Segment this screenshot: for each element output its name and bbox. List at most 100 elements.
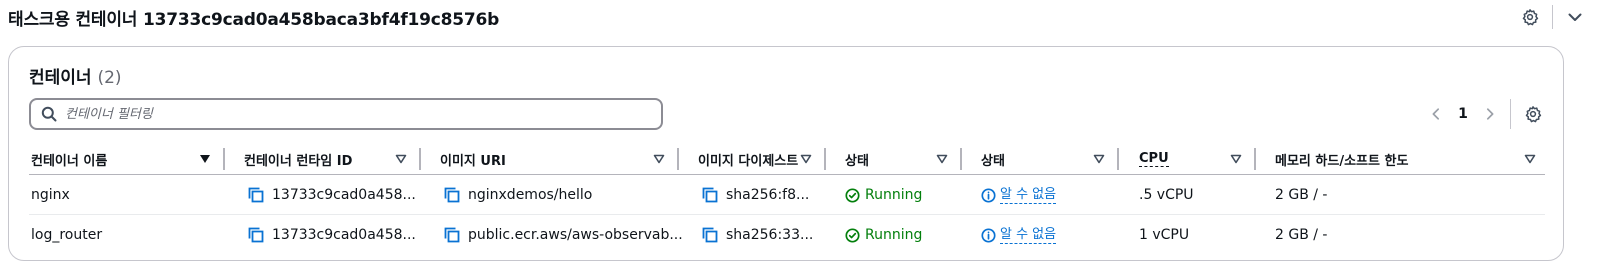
pagination: 1	[1424, 99, 1545, 129]
page-title: 태스크용 컨테이너 13733c9cad0a458baca3bf4f19c857…	[8, 9, 500, 30]
table-row: nginx 13733c9cad0a458... nginxdemos/hell…	[29, 175, 1545, 215]
column-label: 컨테이너 런타임 ID	[244, 153, 353, 169]
column-header-name[interactable]: 컨테이너 이름	[31, 143, 107, 175]
digest-cell: sha256:f8...	[702, 175, 809, 215]
column-label: 상태	[845, 153, 869, 169]
status-text: Running	[865, 187, 923, 203]
search-icon	[41, 106, 57, 122]
containers-table: 컨테이너 이름 컨테이너 런타임 ID 이미지 URI 이미지 다이제스트 상태…	[29, 143, 1545, 255]
table-row: log_router 13733c9cad0a458... public.ecr…	[29, 215, 1545, 255]
panel-title: 컨테이너 (2)	[29, 63, 122, 88]
runtime-id-cell: 13733c9cad0a458...	[248, 215, 416, 255]
panel-count: (2)	[97, 68, 122, 88]
column-label: CPU	[1139, 151, 1169, 167]
sort-icon[interactable]	[936, 154, 948, 164]
column-resizer[interactable]	[419, 148, 421, 170]
copy-icon	[248, 187, 264, 203]
health-text: 알 수 없음	[1000, 186, 1057, 204]
copy-digest-button[interactable]	[702, 187, 718, 203]
check-circle-icon	[845, 227, 860, 243]
copy-digest-button[interactable]	[702, 227, 718, 243]
sort-icon[interactable]	[653, 154, 665, 164]
column-resizer[interactable]	[223, 148, 225, 170]
filter-input[interactable]	[65, 106, 625, 122]
column-header-status[interactable]: 상태	[845, 143, 869, 175]
column-header-image-digest[interactable]: 이미지 다이제스트	[698, 143, 798, 175]
panel-title-text: 컨테이너	[29, 68, 92, 88]
sort-icon[interactable]	[1093, 154, 1105, 164]
digest-cell: sha256:33...	[702, 215, 813, 255]
column-label: 컨테이너 이름	[31, 153, 108, 169]
page-header: 태스크용 컨테이너 13733c9cad0a458baca3bf4f19c857…	[8, 0, 1598, 34]
column-resizer[interactable]	[1117, 148, 1119, 170]
column-label: 이미지 다이제스트	[698, 153, 799, 169]
status-indicator: Running	[845, 187, 922, 203]
copy-runtime-id-button[interactable]	[248, 227, 264, 243]
pagination-divider	[1510, 99, 1511, 129]
info-circle-icon	[981, 187, 996, 203]
column-resizer[interactable]	[960, 148, 962, 170]
column-header-memory[interactable]: 메모리 하드/소프트 한도	[1275, 143, 1408, 175]
collapse-button[interactable]	[1563, 5, 1587, 29]
image-uri-cell: public.ecr.aws/aws-observab...	[444, 215, 683, 255]
chevron-left-icon	[1432, 108, 1440, 120]
gear-icon	[1522, 9, 1539, 26]
column-resizer[interactable]	[677, 148, 679, 170]
sort-icon[interactable]	[395, 154, 407, 164]
prev-page-button[interactable]	[1424, 102, 1448, 126]
column-header-health[interactable]: 상태	[981, 143, 1005, 175]
container-name: nginx	[31, 187, 70, 203]
health-cell: 알 수 없음	[981, 175, 1057, 215]
sort-icon[interactable]	[800, 154, 812, 164]
status-cell: Running	[845, 175, 922, 215]
copy-runtime-id-button[interactable]	[248, 187, 264, 203]
runtime-id-cell: 13733c9cad0a458...	[248, 175, 416, 215]
status-indicator: Running	[845, 227, 922, 243]
column-header-image-uri[interactable]: 이미지 URI	[440, 143, 506, 175]
copy-image-uri-button[interactable]	[444, 187, 460, 203]
health-status-link[interactable]: 알 수 없음	[981, 226, 1057, 244]
runtime-id: 13733c9cad0a458...	[272, 227, 416, 243]
cpu-value: 1 vCPU	[1139, 227, 1190, 243]
copy-image-uri-button[interactable]	[444, 227, 460, 243]
image-digest: sha256:33...	[726, 227, 814, 243]
info-circle-icon	[981, 227, 996, 243]
containers-panel: 컨테이너 (2) 1 컨테이너 이름 컨테이너 런타	[8, 46, 1564, 261]
column-label: 상태	[981, 153, 1005, 169]
current-page-number[interactable]: 1	[1448, 106, 1478, 122]
table-header: 컨테이너 이름 컨테이너 런타임 ID 이미지 URI 이미지 다이제스트 상태…	[29, 143, 1545, 175]
status-text: Running	[865, 227, 923, 243]
column-header-cpu[interactable]: CPU	[1139, 143, 1169, 175]
image-uri: public.ecr.aws/aws-observab...	[468, 227, 683, 243]
sort-descending-icon[interactable]	[199, 154, 211, 164]
health-status-link[interactable]: 알 수 없음	[981, 186, 1057, 204]
check-circle-icon	[845, 187, 860, 203]
cpu-value: .5 vCPU	[1139, 187, 1194, 203]
image-uri-cell: nginxdemos/hello	[444, 175, 592, 215]
column-resizer[interactable]	[824, 148, 826, 170]
copy-icon	[702, 227, 718, 243]
image-digest: sha256:f8...	[726, 187, 810, 203]
column-resizer[interactable]	[1254, 148, 1256, 170]
container-name: log_router	[31, 227, 103, 243]
health-cell: 알 수 없음	[981, 215, 1057, 255]
column-header-runtime-id[interactable]: 컨테이너 런타임 ID	[244, 143, 352, 175]
table-preferences-button[interactable]	[1521, 102, 1545, 126]
header-settings-button[interactable]	[1518, 5, 1542, 29]
next-page-button[interactable]	[1478, 102, 1502, 126]
filter-search-box[interactable]	[29, 98, 663, 130]
sort-icon[interactable]	[1524, 154, 1536, 164]
copy-icon	[248, 227, 264, 243]
sort-icon[interactable]	[1230, 154, 1242, 164]
memory-value: 2 GB / -	[1275, 227, 1328, 243]
image-uri: nginxdemos/hello	[468, 187, 593, 203]
health-text: 알 수 없음	[1000, 226, 1057, 244]
copy-icon	[444, 187, 460, 203]
header-divider	[1552, 5, 1553, 29]
gear-icon	[1525, 106, 1542, 123]
column-label: 메모리 하드/소프트 한도	[1275, 153, 1409, 169]
column-label: 이미지 URI	[440, 153, 506, 169]
chevron-down-icon	[1568, 13, 1582, 21]
status-cell: Running	[845, 215, 922, 255]
chevron-right-icon	[1486, 108, 1494, 120]
